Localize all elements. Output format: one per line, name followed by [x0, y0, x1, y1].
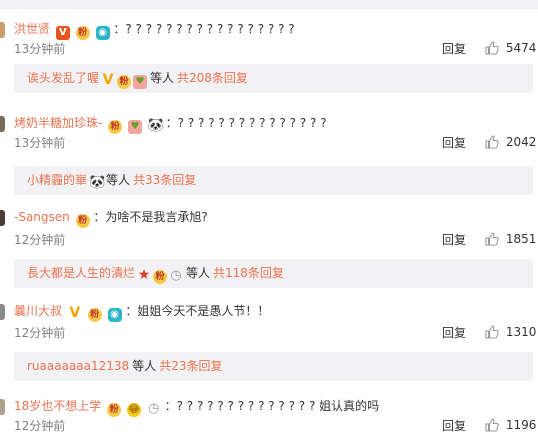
comment-line: 曩川大叔 V 粉 ◉ ：姐姐今天不是愚人节！！	[14, 302, 270, 322]
comment-username[interactable]: 曩川大叔	[14, 304, 62, 318]
sub-reply-box[interactable]: 小精霾的崋 🐼等人 共33条回复	[14, 166, 533, 195]
comment-text: ：? ? ? ? ? ? ? ? ? ? ? ? ? ? ? ? ?	[113, 22, 295, 36]
sub-reply-box[interactable]: 長大都是人生的潰烂 ★ 粉 ◷ 等人 共118条回复	[14, 259, 533, 288]
reply-button[interactable]: 回复	[442, 135, 466, 151]
like-count: 1851	[505, 232, 537, 246]
like-count: 5474	[505, 41, 537, 55]
sub-reply-total-link[interactable]: 共208条回复	[177, 71, 248, 85]
comment-username[interactable]: 烤奶半糖加珍珠-	[14, 116, 102, 130]
reply-button[interactable]: 回复	[442, 325, 466, 341]
reply-button[interactable]: 回复	[442, 418, 466, 434]
fan-badge-icon: 粉	[75, 26, 90, 40]
comment-timestamp: 13分钟前	[14, 42, 66, 56]
clock-badge-icon: ◷	[148, 401, 160, 416]
sub-reply-etc: 等人	[186, 266, 211, 280]
sub-reply-total-link[interactable]: 共33条回复	[133, 173, 196, 187]
comment-timestamp: 13分钟前	[14, 136, 66, 150]
comment-username[interactable]: -Sangsen	[14, 210, 70, 224]
comment-text: ：? ? ? ? ? ? ? ? ? ? ? ? ? ? 姐认真的吗	[164, 399, 380, 413]
comment-item: 烤奶半糖加珍珠- 粉 ♥ 🐼 ：? ? ? ? ? ? ? ? ? ? ? ? …	[0, 114, 538, 195]
laughing-emoji-icon: 😂	[126, 403, 141, 417]
sub-reply-box[interactable]: ruaaaaaaa12138 等人 共23条回复	[14, 352, 533, 381]
fan-badge-icon: 粉	[87, 308, 102, 322]
sub-reply-total-link[interactable]: 共23条回复	[159, 359, 222, 373]
sub-reply-total-link[interactable]: 共118条回复	[213, 266, 284, 280]
clock-badge-icon: ◷	[170, 268, 182, 283]
sub-reply-username[interactable]: 诶头发乱了喔	[27, 71, 99, 85]
camera-badge-icon: ◉	[95, 26, 110, 40]
like-button[interactable]: 2042	[485, 133, 536, 151]
like-button[interactable]: 5474	[485, 39, 536, 57]
comment-timestamp: 12分钟前	[14, 326, 66, 340]
comment-line: -Sangsen 粉 ：为啥不是我言承旭?	[14, 208, 208, 228]
avatar[interactable]	[0, 116, 5, 132]
sub-reply-username[interactable]: 長大都是人生的潰烂	[27, 266, 135, 280]
thumbs-up-icon	[485, 325, 499, 339]
fan-badge-icon: 粉	[153, 270, 168, 284]
comment-item: 18岁也不想上学 粉 😂 ◷ ：? ? ? ? ? ? ? ? ? ? ? ? …	[0, 397, 538, 441]
sub-reply-etc: 等人	[132, 359, 157, 373]
top-divider-strip	[0, 0, 538, 9]
comment-line: 洪世贤 V 粉 ◉ ：? ? ? ? ? ? ? ? ? ? ? ? ? ? ?…	[14, 20, 295, 40]
fan-badge-icon: 粉	[108, 120, 123, 134]
comment-item: 洪世贤 V 粉 ◉ ：? ? ? ? ? ? ? ? ? ? ? ? ? ? ?…	[0, 20, 538, 96]
like-button[interactable]: 1851	[485, 230, 536, 248]
camera-badge-icon: ◉	[107, 308, 122, 322]
avatar[interactable]	[0, 399, 5, 415]
thumbs-up-icon	[485, 41, 499, 55]
comment-line: 18岁也不想上学 粉 😂 ◷ ：? ? ? ? ? ? ? ? ? ? ? ? …	[14, 397, 380, 417]
like-button[interactable]: 1196	[485, 416, 536, 434]
sub-reply-username[interactable]: 小精霾的崋	[27, 173, 87, 187]
comment-item: 曩川大叔 V 粉 ◉ ：姐姐今天不是愚人节！！ 12分钟前 回复 1310 ru…	[0, 302, 538, 382]
like-count: 2042	[505, 135, 537, 149]
thumbs-up-icon	[485, 232, 499, 246]
comment-username[interactable]: 洪世贤	[14, 22, 50, 36]
sub-reply-etc: 等人	[106, 173, 131, 187]
thumbs-up-icon	[485, 418, 499, 432]
comment-line: 烤奶半糖加珍珠- 粉 ♥ 🐼 ：? ? ? ? ? ? ? ? ? ? ? ? …	[14, 114, 327, 134]
gift-badge-icon: ♥	[133, 75, 148, 89]
comment-item: -Sangsen 粉 ：为啥不是我言承旭? 12分钟前 回复 1851 長大都是…	[0, 208, 538, 288]
star-badge-icon: ★	[137, 267, 151, 283]
fan-badge-icon: 粉	[107, 403, 122, 417]
like-button[interactable]: 1310	[485, 323, 536, 341]
reply-button[interactable]: 回复	[442, 41, 466, 57]
like-count: 1196	[505, 418, 537, 432]
verified-badge-icon: V	[55, 26, 70, 40]
comment-text: ：姐姐今天不是愚人节！！	[125, 304, 270, 318]
avatar[interactable]	[0, 304, 5, 320]
panda-emoji-icon: 🐼	[89, 175, 106, 190]
like-count: 1310	[505, 325, 537, 339]
comment-timestamp: 12分钟前	[14, 419, 66, 433]
thumbs-up-icon	[485, 135, 499, 149]
sub-reply-box[interactable]: 诶头发乱了喔 V 粉 ♥ 等人 共208条回复	[14, 64, 533, 93]
reply-button[interactable]: 回复	[442, 232, 466, 248]
fan-badge-icon: 粉	[117, 75, 132, 89]
verified-gold-icon: V	[102, 72, 114, 88]
gift-badge-icon: ♥	[128, 120, 142, 134]
avatar[interactable]	[0, 22, 5, 38]
avatar[interactable]	[0, 210, 5, 226]
comment-text: ：为啥不是我言承旭?	[93, 210, 208, 224]
sub-reply-etc: 等人	[150, 71, 175, 85]
comment-text: ：? ? ? ? ? ? ? ? ? ? ? ? ? ? ?	[165, 116, 327, 130]
sub-reply-username[interactable]: ruaaaaaaa12138	[27, 359, 129, 373]
comment-username[interactable]: 18岁也不想上学	[14, 399, 101, 413]
verified-gold-icon: V	[69, 305, 81, 321]
panda-emoji-icon: 🐼	[147, 118, 165, 133]
fan-badge-icon: 粉	[75, 214, 90, 228]
comment-timestamp: 12分钟前	[14, 233, 66, 247]
